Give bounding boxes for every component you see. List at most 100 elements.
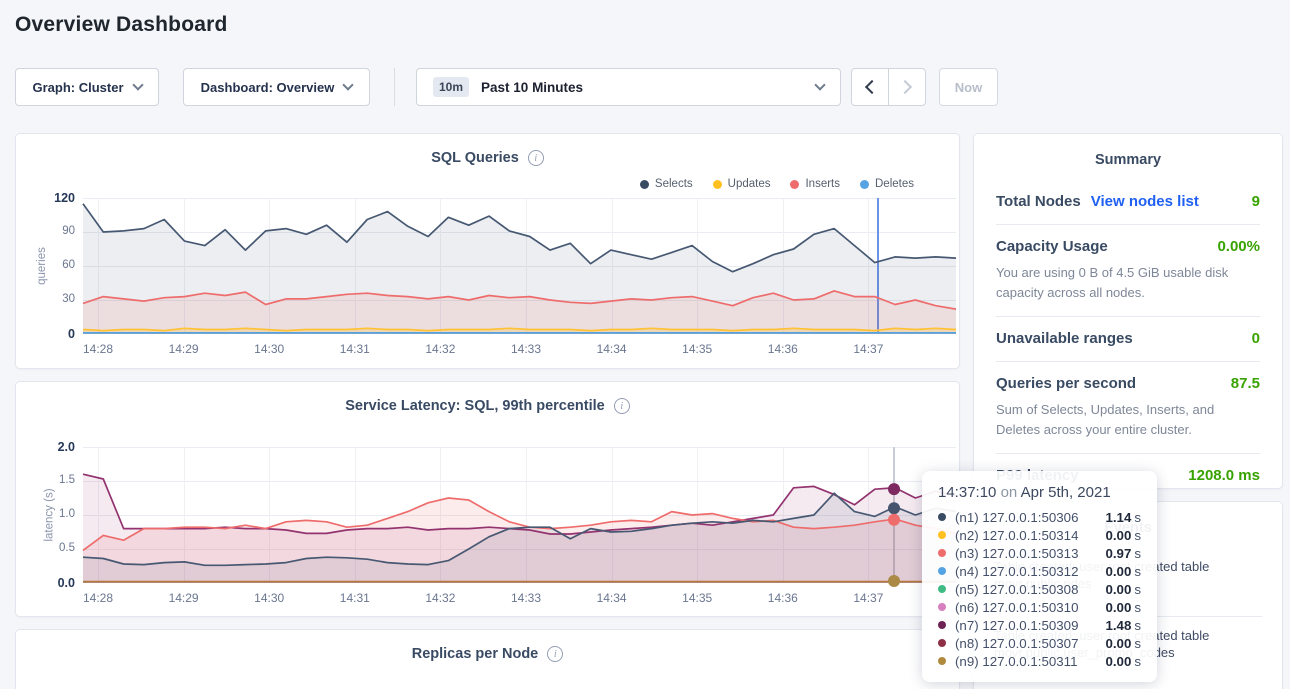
service-latency-panel: Service Latency: SQL, 99th percentile i … (15, 381, 960, 617)
series-dot-icon (938, 585, 946, 593)
tooltip-node-row: (n4) 127.0.0.1:503120.00s (922, 562, 1157, 580)
legend-label: Inserts (805, 178, 840, 190)
graph-dropdown-label: Graph: Cluster (32, 80, 123, 95)
summary-label: Total Nodes (996, 193, 1081, 210)
time-range-badge: 10m (433, 77, 469, 97)
x-axis-tick: 14:37 (838, 342, 898, 356)
tooltip-node-value: 0.00s (1105, 636, 1141, 651)
x-axis-tick: 14:30 (239, 591, 299, 605)
x-axis-tick: 14:28 (68, 342, 128, 356)
chevron-down-icon (814, 79, 825, 90)
x-axis-tick: 14:33 (496, 591, 556, 605)
legend-item-updates[interactable]: Updates (713, 178, 771, 190)
tooltip-node-row: (n9) 127.0.0.1:50311 0.00s (922, 652, 1157, 670)
tooltip-node-unit: s (1134, 528, 1141, 543)
summary-label: Queries per second (996, 375, 1136, 392)
time-prev-button[interactable] (851, 68, 889, 106)
summary-description: Sum of Selects, Updates, Inserts, and De… (996, 400, 1260, 439)
tooltip-node-unit: s (1134, 618, 1141, 633)
legend-label: Selects (655, 178, 693, 190)
view-nodes-list-link[interactable]: View nodes list (1091, 193, 1199, 210)
service-latency-chart[interactable]: 0.00.51.01.52.014:2814:2914:3014:3114:32… (83, 447, 956, 583)
chevron-right-icon (898, 80, 912, 94)
controls-bar: Graph: Cluster Dashboard: Overview 10m P… (0, 68, 1290, 106)
now-button[interactable]: Now (939, 68, 998, 106)
summary-row-head: Capacity Usage 0.00% (996, 238, 1260, 255)
time-range-picker[interactable]: 10m Past 10 Minutes (416, 68, 841, 106)
tooltip-node-row: (n5) 127.0.0.1:503080.00s (922, 580, 1157, 598)
dashboard-dropdown[interactable]: Dashboard: Overview (183, 68, 370, 106)
y-axis-tick: 1.5 (35, 474, 75, 486)
tooltip-node-label: (n9) 127.0.0.1:50311 (955, 654, 1077, 669)
series-dot-icon (938, 567, 946, 575)
summary-value: 87.5 (1231, 375, 1260, 392)
y-axis-tick: 0.5 (35, 542, 75, 554)
tooltip-node-row: (n2) 127.0.0.1:50314 0.00s (922, 526, 1157, 544)
x-axis-tick: 14:33 (496, 342, 556, 356)
legend-label: Updates (728, 178, 771, 190)
summary-value: 1208.0 ms (1188, 467, 1260, 484)
time-step-buttons (851, 68, 926, 106)
series-dot-icon (938, 549, 946, 557)
tooltip-node-row: (n7) 127.0.0.1:503091.48s (922, 616, 1157, 634)
x-axis-tick: 14:28 (68, 591, 128, 605)
tooltip-node-row: (n6) 127.0.0.1:503100.00s (922, 598, 1157, 616)
hover-dot-icon (888, 483, 900, 495)
y-axis-tick: 0 (35, 327, 75, 341)
summary-row-head: Queries per second 87.5 (996, 375, 1260, 392)
time-range-label: Past 10 Minutes (481, 80, 583, 95)
summary-row-head: Total Nodes View nodes list 9 (996, 193, 1260, 210)
series-dot-icon (938, 657, 946, 665)
x-axis-tick: 14:37 (838, 591, 898, 605)
x-axis-tick: 14:32 (410, 591, 470, 605)
chart-hover-tooltip: 14:37:10 on Apr 5th, 2021 (n1) 127.0.0.1… (922, 471, 1157, 682)
x-axis-tick: 14:34 (582, 342, 642, 356)
legend-dot-icon (790, 180, 799, 189)
sql-queries-panel: SQL Queries i Selects Updates Inserts Delet… (15, 133, 960, 369)
y-axis-label: latency (s) (44, 488, 56, 541)
tooltip-node-row: (n8) 127.0.0.1:503070.00s (922, 634, 1157, 652)
legend-dot-icon (713, 180, 722, 189)
x-axis-tick: 14:36 (753, 342, 813, 356)
info-icon[interactable]: i (547, 646, 563, 662)
tooltip-node-unit: s (1134, 510, 1141, 525)
summary-row: Capacity Usage 0.00% You are using 0 B of … (996, 225, 1260, 317)
x-axis-tick: 14:35 (667, 342, 727, 356)
tooltip-node-label: (n2) 127.0.0.1:50314 (955, 528, 1078, 543)
tooltip-node-value: 1.14s (1105, 510, 1141, 525)
series-dot-icon (938, 621, 946, 629)
y-axis-tick: 90 (35, 225, 75, 237)
tooltip-node-label: (n5) 127.0.0.1:50308 (955, 582, 1078, 597)
tooltip-timestamp: 14:37:10 on Apr 5th, 2021 (922, 484, 1157, 508)
tooltip-node-label: (n1) 127.0.0.1:50306 (955, 510, 1078, 525)
x-axis-tick: 14:31 (325, 591, 385, 605)
tooltip-node-value: 0.00s (1105, 600, 1141, 615)
chart-series-svg (83, 447, 956, 583)
info-icon[interactable]: i (614, 398, 630, 414)
divider (394, 68, 395, 106)
info-icon[interactable]: i (528, 150, 544, 166)
overview-dashboard-page: Overview Dashboard Graph: Cluster Dashbo… (0, 0, 1290, 689)
summary-value: 9 (1252, 193, 1260, 210)
tooltip-node-value: 0.97s (1105, 546, 1141, 561)
tooltip-node-value: 0.00s (1105, 654, 1141, 669)
tooltip-node-unit: s (1134, 582, 1141, 597)
summary-panel: Summary Total NodesView nodes list9Capac… (973, 133, 1283, 489)
sql-queries-chart[interactable]: 030609012014:2814:2914:3014:3114:3214:33… (83, 198, 956, 334)
legend-dot-icon (860, 180, 869, 189)
x-axis-tick: 14:29 (154, 591, 214, 605)
tooltip-node-value: 0.00s (1105, 528, 1141, 543)
x-axis-tick: 14:34 (582, 591, 642, 605)
x-axis-tick: 14:29 (154, 342, 214, 356)
legend-item-selects[interactable]: Selects (640, 178, 693, 190)
y-axis-tick: 30 (35, 293, 75, 305)
series-dot-icon (938, 513, 946, 521)
time-next-button[interactable] (888, 68, 926, 106)
summary-description: You are using 0 B of 4.5 GiB usable disk… (996, 263, 1260, 302)
chart-title-sql-queries: SQL Queries (431, 150, 519, 166)
summary-label: Capacity Usage (996, 238, 1108, 255)
summary-value: 0.00% (1217, 238, 1260, 255)
legend-item-deletes[interactable]: Deletes (860, 178, 914, 190)
graph-dropdown[interactable]: Graph: Cluster (15, 68, 159, 106)
legend-item-inserts[interactable]: Inserts (790, 178, 840, 190)
